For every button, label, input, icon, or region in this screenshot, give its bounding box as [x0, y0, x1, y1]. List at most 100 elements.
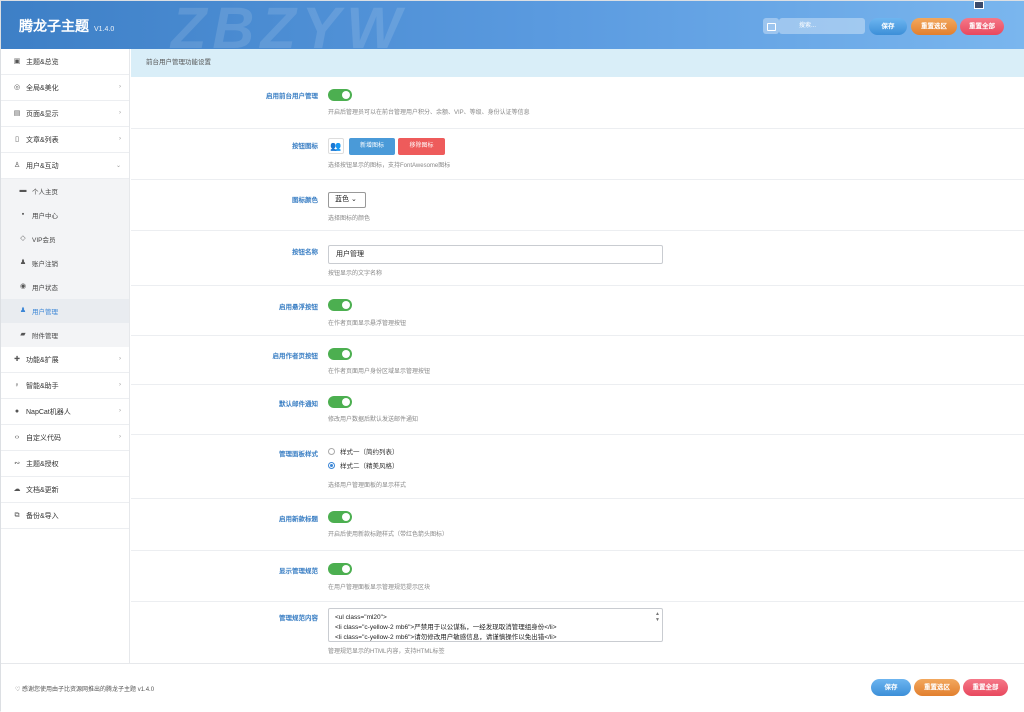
footer-reset-section-button[interactable]: 重置选区 [914, 679, 960, 696]
user-remove-icon: ♟ [19, 259, 27, 266]
show-rules-toggle[interactable] [328, 563, 352, 575]
field-label: 启用悬浮按钮 [279, 304, 318, 311]
new-title-toggle[interactable] [328, 511, 352, 523]
radio-circle[interactable] [328, 447, 335, 455]
field-new-title: 启用新款标题 开启后使用新款标题样式（带红色箭头图标） [131, 499, 1024, 551]
sidebar-item-users[interactable]: ♙ 用户&互动 ⌄ [1, 153, 129, 179]
field-label: 默认邮件通知 [279, 401, 318, 408]
sidebar-item-user-management[interactable]: ♟ 用户管理 [1, 299, 129, 323]
backup-icon: ⧉ [14, 511, 20, 519]
field-show-rules: 显示管理规范 在用户管理面板显示管理规范提示区块 [131, 551, 1024, 602]
rules-content-textarea[interactable]: <ul class="ml20"> <li class="c-yellow-2 … [328, 608, 663, 642]
floating-button-toggle[interactable] [328, 299, 352, 311]
sidebar-item-label: 主题&授权 [26, 460, 59, 468]
app-title: 腾龙子主题 [19, 18, 89, 34]
sidebar-item-license[interactable]: ∾ 主题&授权 [1, 451, 129, 477]
radio-style-two[interactable]: 样式二（精美风格） [328, 458, 399, 472]
field-desc: 修改用户数据后默认发送邮件通知 [328, 417, 419, 423]
sidebar-item-label: 文档&更新 [26, 486, 59, 494]
field-desc: 开启后管理员可以在前台管理用户积分、余额、VIP、等级、身份认证等信息 [328, 110, 530, 116]
chevron-right-icon: › [119, 110, 121, 116]
email-notify-toggle[interactable] [328, 396, 352, 408]
sidebar-item-docs[interactable]: ☁ 文档&更新 [1, 477, 129, 503]
icon-color-select[interactable]: 蓝色 ⌄ [328, 192, 366, 208]
footer-text: ♡ 感谢您使用由子比资源网推出的腾龙子主题 v1.4.0 [15, 684, 154, 693]
user-box-icon: ▪ [21, 211, 25, 218]
sidebar-item-vip[interactable]: ◇ VIP会员 [1, 227, 129, 251]
sidebar-item-label: 智能&助手 [26, 382, 59, 390]
sidebar-item-features[interactable]: ✚ 功能&扩展 › [1, 347, 129, 373]
textarea-scrollbar[interactable]: ▲ ▼ [655, 611, 660, 623]
sidebar-item-user-center[interactable]: ▪ 用户中心 [1, 203, 129, 227]
footer-reset-all-button[interactable]: 重置全部 [963, 679, 1008, 696]
icon-picker: 👥 新增图标 移除图标 [328, 138, 458, 155]
enable-frontend-toggle[interactable] [328, 89, 352, 101]
brand-title: 腾龙子主题 V1.4.0 [19, 16, 114, 36]
sidebar-item-assistant[interactable]: ♀ 智能&助手 › [1, 373, 129, 399]
sidebar-submenu: ▬ 个人主页 ▪ 用户中心 ◇ VIP会员 ♟ 账户注销 ◉ 用户状态 ♟ 用户管理 ▰ 附件… [1, 179, 129, 347]
sidebar-item-attachments[interactable]: ▰ 附件管理 [1, 323, 129, 347]
watermark: ZBZYW [171, 1, 408, 49]
sidebar-item-user-status[interactable]: ◉ 用户状态 [1, 275, 129, 299]
remove-icon-button[interactable]: 移除图标 [398, 138, 445, 155]
field-desc: 选择用户管理面板的显示样式 [328, 483, 407, 489]
reset-all-button[interactable]: 重置全部 [960, 18, 1004, 35]
sidebar-item-label: 全局&美化 [26, 84, 59, 92]
add-icon-button[interactable]: 新增图标 [349, 138, 395, 155]
field-label: 按钮名称 [292, 249, 318, 256]
chevron-down-icon: ⌄ [350, 196, 357, 203]
sidebar-item-articles[interactable]: ▯ 文章&列表 › [1, 127, 129, 153]
field-desc: 开启后使用新款标题样式（带红色箭头图标） [328, 532, 449, 538]
field-desc: 选择图标的颜色 [328, 216, 371, 222]
main-content: 前台用户管理功能设置 启用前台用户管理 开启后管理员可以在前台管理用户积分、余额… [131, 49, 1024, 663]
radio-circle[interactable] [328, 461, 335, 469]
cloud-icon: ☁ [13, 485, 21, 493]
field-desc: 在用户管理面板显示管理规范提示区块 [328, 585, 431, 591]
footer-save-button[interactable]: 保存 [871, 679, 911, 696]
user-circle-icon: ◉ [19, 283, 27, 290]
sidebar-item-label: 页面&显示 [26, 110, 59, 118]
chevron-right-icon: › [119, 136, 121, 142]
sidebar-item-label: VIP会员 [32, 237, 56, 244]
save-button[interactable]: 保存 [869, 18, 907, 35]
sidebar-item-label: 账户注销 [32, 261, 58, 268]
field-label: 图标颜色 [292, 197, 318, 204]
id-card-icon: ▬ [19, 187, 27, 194]
sidebar-item-pages[interactable]: ▤ 页面&显示 › [1, 101, 129, 127]
handshake-icon: ∾ [14, 459, 20, 467]
sidebar-item-backup[interactable]: ⧉ 备份&导入 [1, 503, 129, 529]
textarea-line: <li class="c-yellow-2 mb6">严禁用于以公谋私，一经发现… [335, 624, 557, 631]
users-icon: ♟ [19, 307, 27, 314]
field-desc: 在作者页面用户身份区域显示管理按钮 [328, 369, 431, 375]
section-title: 前台用户管理功能设置 [131, 49, 1024, 77]
user-icon: ♙ [13, 161, 21, 169]
field-label: 按钮图标 [292, 143, 318, 150]
field-button-name: 按钮名称 用户管理 按钮显示的文字名称 [131, 231, 1024, 286]
button-name-input[interactable]: 用户管理 [328, 245, 663, 264]
reset-section-button[interactable]: 重置选区 [911, 18, 957, 35]
version-label: V1.4.0 [94, 26, 115, 33]
field-desc: 按钮显示的文字名称 [328, 271, 383, 277]
sidebar-item-account-delete[interactable]: ♟ 账户注销 [1, 251, 129, 275]
top-header: ZBZYW 腾龙子主题 V1.4.0 搜索... 保存 重置选区 重置全部 [1, 1, 1024, 49]
search-icon[interactable] [763, 18, 779, 34]
sidebar-item-profile[interactable]: ▬ 个人主页 [1, 179, 129, 203]
field-label: 启用作者页按钮 [272, 353, 319, 360]
sidebar-item-overview[interactable]: ▣ 主题&总览 [1, 49, 129, 75]
chevron-down-icon: ⌄ [115, 163, 121, 169]
field-enable-frontend: 启用前台用户管理 开启后管理员可以在前台管理用户积分、余额、VIP、等级、身份认… [131, 77, 1024, 129]
sidebar-item-custom-code[interactable]: ‹› 自定义代码 › [1, 425, 129, 451]
radio-style-one[interactable]: 样式一（简约列表） [328, 444, 399, 458]
chevron-right-icon: › [119, 408, 121, 414]
admin-badge-icon[interactable] [974, 1, 984, 9]
chevron-right-icon: › [119, 434, 121, 440]
settings-app: ZBZYW 腾龙子主题 V1.4.0 搜索... 保存 重置选区 重置全部 ▣ 主题… [0, 0, 1024, 712]
author-button-toggle[interactable] [328, 348, 352, 360]
sidebar-item-label: 个人主页 [32, 189, 58, 196]
sidebar-item-global[interactable]: ◎ 全局&美化 › [1, 75, 129, 101]
search-input[interactable]: 搜索... [779, 18, 865, 34]
textarea-line: <li class="c-yellow-2 mb6">请勿修改用户敏感信息，请谨… [335, 634, 557, 641]
sidebar-item-napcat[interactable]: ● NapCat机器人 › [1, 399, 129, 425]
book-icon: ▯ [15, 135, 19, 143]
field-email-notify: 默认邮件通知 修改用户数据后默认发送邮件通知 [131, 385, 1024, 435]
